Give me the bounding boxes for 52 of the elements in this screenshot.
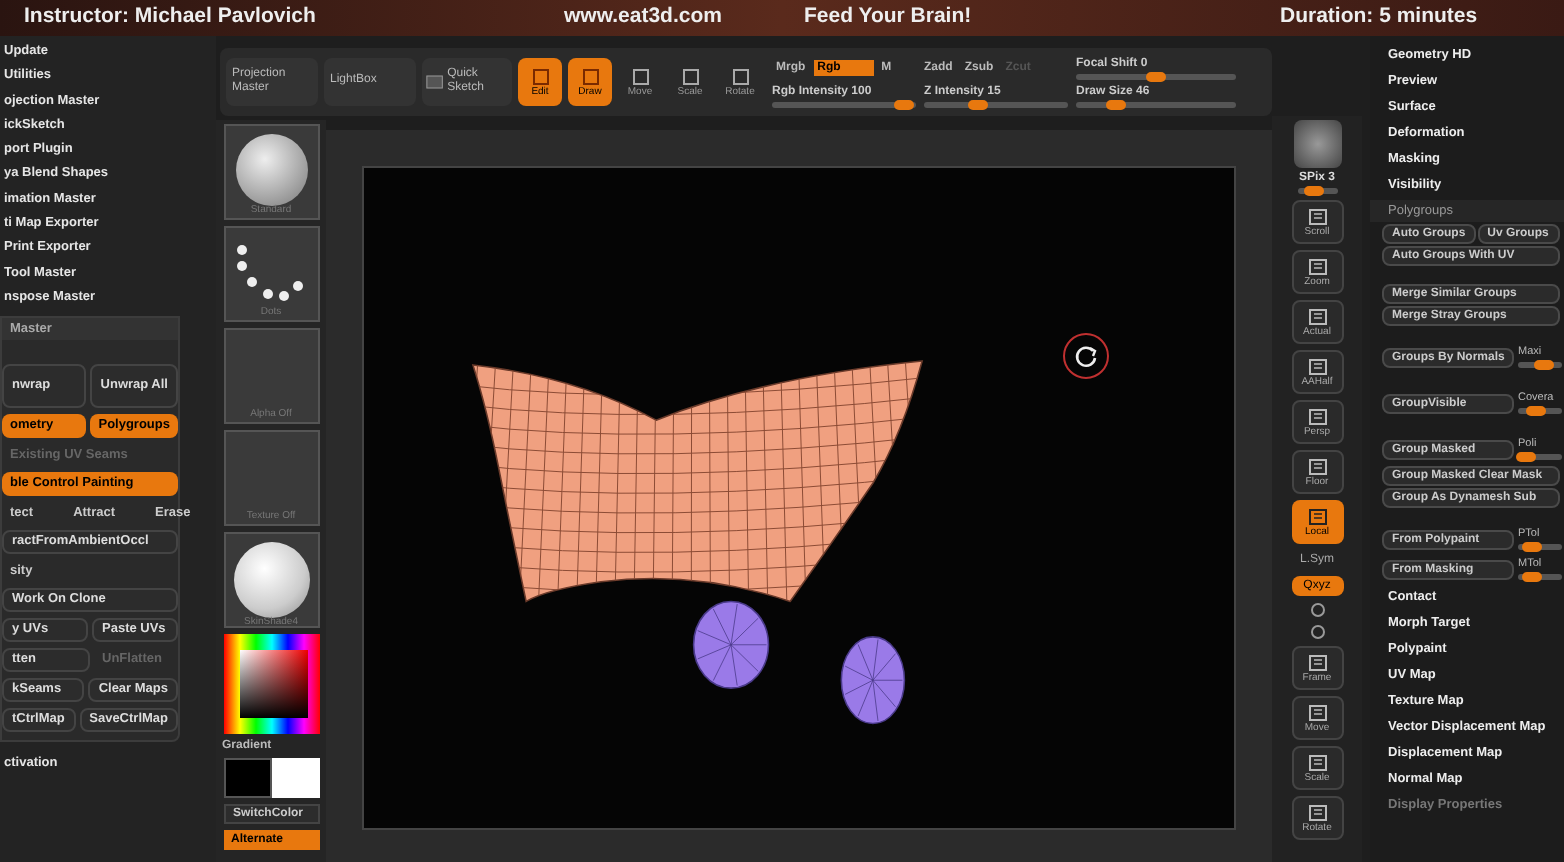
axis-icon[interactable] — [1309, 602, 1325, 618]
slider-thumb[interactable] — [1534, 359, 1555, 370]
slider-track[interactable] — [1297, 188, 1337, 194]
slider-thumb[interactable] — [1303, 186, 1323, 196]
slider-thumb[interactable] — [968, 99, 989, 109]
tool-icon — [1307, 407, 1327, 425]
secondary-color-swatch[interactable] — [271, 758, 319, 798]
sketch-icon — [426, 74, 444, 90]
uv-island-drawing — [840, 636, 906, 725]
slider-thumb[interactable] — [1146, 71, 1166, 81]
tool-icon — [1307, 257, 1327, 275]
slider-thumb[interactable] — [1521, 571, 1542, 582]
slider-track[interactable] — [1518, 573, 1562, 580]
tool-icon — [1307, 703, 1327, 721]
main-color-swatch[interactable] — [223, 758, 271, 798]
tool-icon — [531, 67, 549, 85]
color-picker[interactable] — [223, 634, 319, 734]
slider-track[interactable] — [1076, 73, 1236, 79]
tool-icon — [1307, 803, 1327, 821]
subdiv-sphere-thumbnail[interactable] — [1293, 120, 1341, 168]
slider-track[interactable] — [772, 101, 916, 107]
uv-island-drawing — [692, 600, 770, 689]
tool-icon — [1307, 457, 1327, 475]
slogan-text: Feed Your Brain! — [804, 2, 974, 33]
tool-icon — [731, 67, 749, 85]
slider-thumb[interactable] — [1525, 405, 1546, 416]
tool-icon — [1307, 207, 1327, 225]
dots-stroke-icon — [233, 242, 309, 302]
tool-icon — [1307, 653, 1327, 671]
slider-track[interactable] — [924, 101, 1068, 107]
tool-icon — [1307, 507, 1327, 525]
slider-track[interactable] — [1518, 543, 1562, 550]
rotate-cursor-icon — [1062, 332, 1110, 380]
tool-icon — [581, 67, 599, 85]
slider-track[interactable] — [1518, 453, 1562, 460]
tool-icon — [681, 67, 699, 85]
slider-track[interactable] — [1518, 407, 1562, 414]
website-text: www.eat3d.com — [564, 2, 724, 33]
slider-thumb[interactable] — [1521, 541, 1542, 552]
slider-thumb[interactable] — [894, 99, 915, 109]
slider-thumb[interactable] — [1516, 451, 1537, 462]
instructor-text: Instructor: Michael Pavlovich — [24, 2, 318, 33]
slider-track[interactable] — [1518, 361, 1562, 368]
tool-icon — [1307, 307, 1327, 325]
slider-thumb[interactable] — [1106, 99, 1126, 109]
tool-icon — [1307, 753, 1327, 771]
tool-icon — [631, 67, 649, 85]
document-canvas[interactable] — [362, 166, 1236, 830]
slider-track[interactable] — [1076, 101, 1236, 107]
tool-icon — [1307, 357, 1327, 375]
axis-icon[interactable] — [1309, 624, 1325, 640]
duration-text: Duration: 5 minutes — [1280, 2, 1478, 33]
